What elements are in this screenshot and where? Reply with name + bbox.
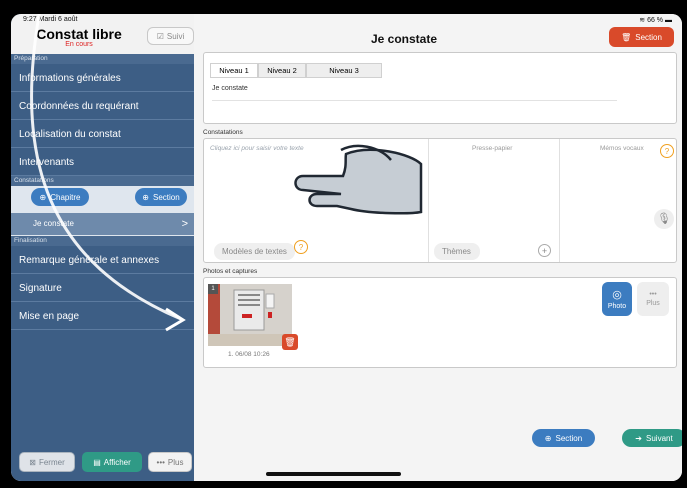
curved-arrow (30, 14, 182, 321)
arrow-head-icon (165, 307, 186, 332)
app-frame: 9:27 Mardi 6 août Constat libre En cours… (11, 14, 682, 481)
pointing-hand-icon (294, 144, 423, 215)
tutorial-overlay (30, 14, 423, 332)
